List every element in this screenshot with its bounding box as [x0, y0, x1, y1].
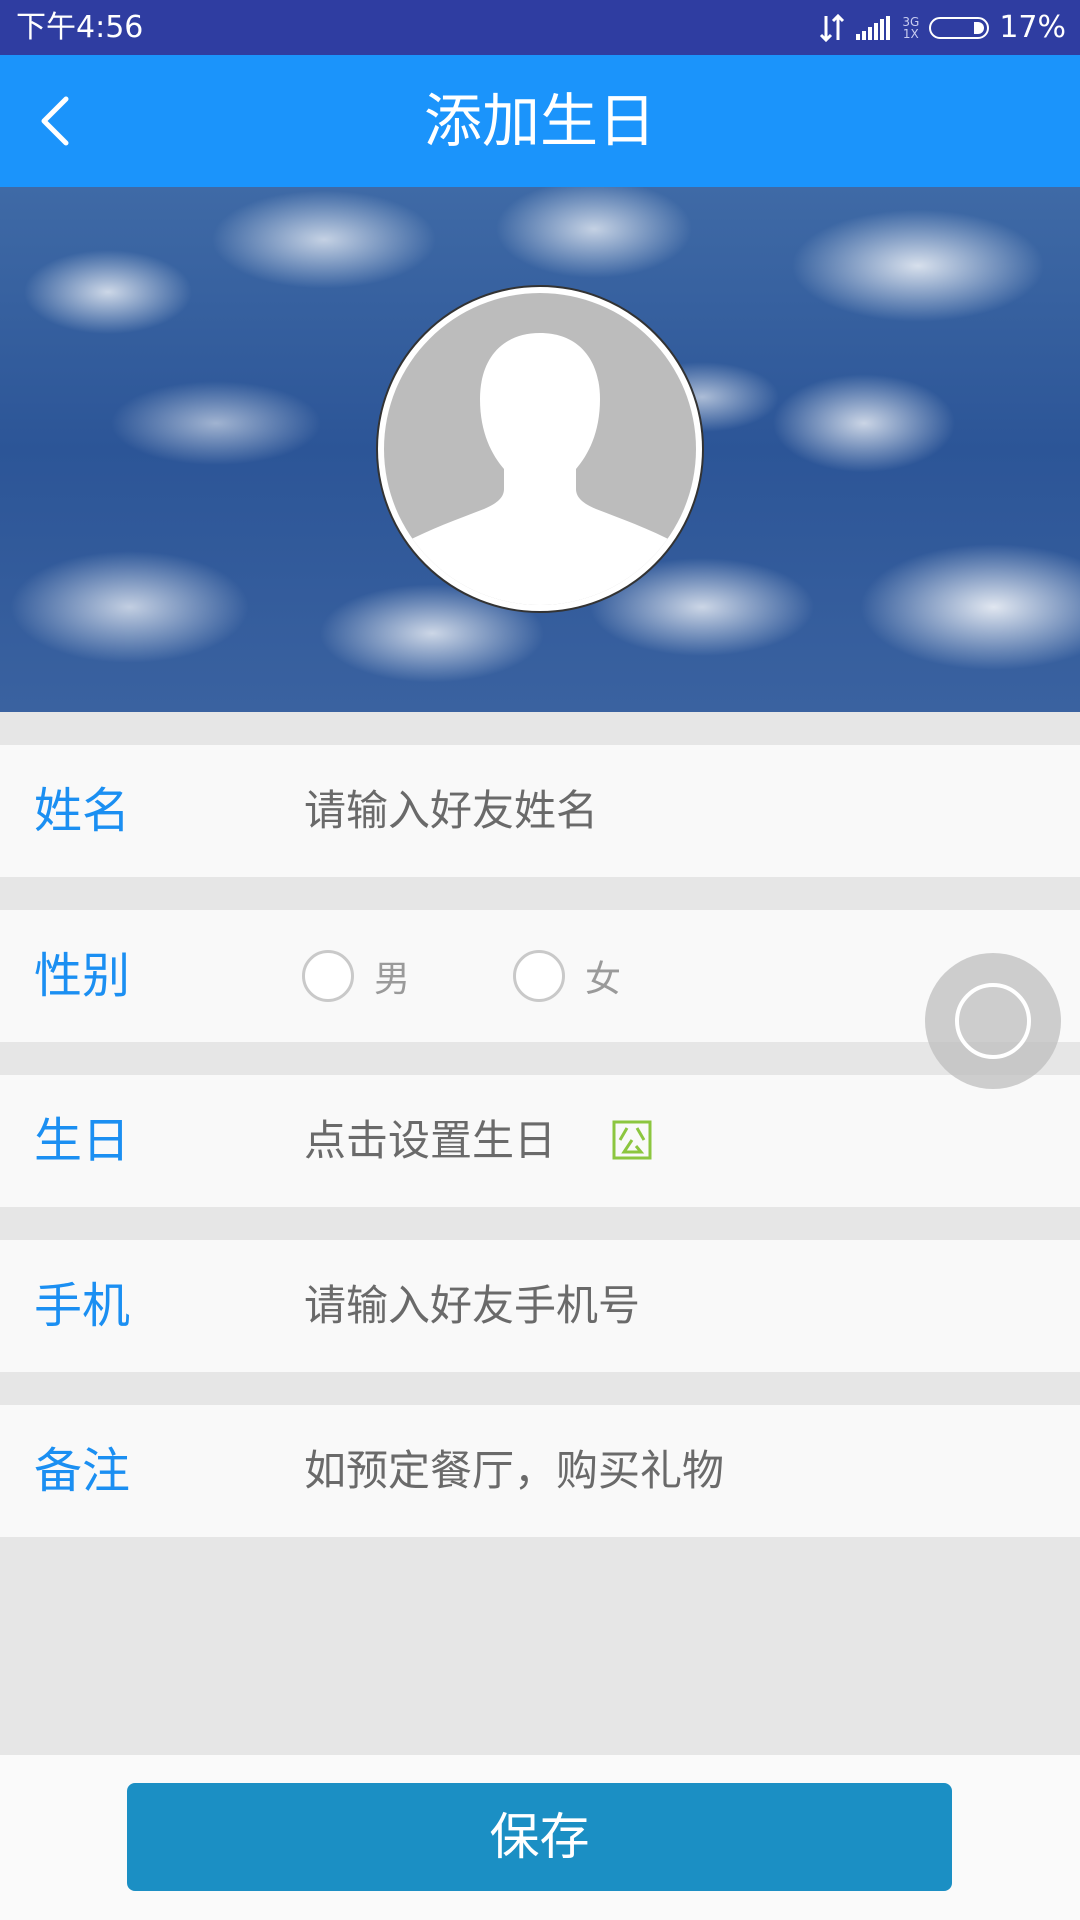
data-transfer-icon [820, 13, 845, 43]
status-time: 下午4:56 [16, 10, 144, 45]
name-label: 姓名 [34, 783, 131, 839]
gender-row: 性别 男 女 [0, 910, 1080, 1042]
header-background [0, 187, 1080, 712]
status-bar: 下午4:56 3G 1X 17% [0, 0, 1080, 55]
battery-icon [929, 17, 990, 39]
signal-icon [856, 16, 891, 40]
status-icons: 3G 1X 17% [808, 8, 1066, 48]
avatar[interactable] [376, 285, 704, 613]
note-row[interactable]: 备注 如预定餐厅，购买礼物 [0, 1405, 1080, 1537]
bottom-bar: 保存 [0, 1755, 1080, 1920]
birthday-picker[interactable]: 点击设置生日 [304, 1075, 556, 1207]
phone-label: 手机 [34, 1278, 131, 1334]
calendar-icon[interactable] [612, 1120, 652, 1160]
assistive-ring-icon [955, 983, 1031, 1059]
person-placeholder-icon [404, 333, 676, 605]
note-label: 备注 [34, 1443, 131, 1499]
gender-option-male[interactable]: 男 [302, 910, 410, 1042]
save-button[interactable]: 保存 [127, 1783, 952, 1891]
network-type: 3G 1X [902, 16, 919, 40]
gender-label: 性别 [34, 948, 131, 1004]
gender-option-female-label: 女 [585, 959, 622, 1000]
network-type-bottom: 1X [902, 27, 919, 41]
chevron-left-icon [41, 96, 69, 146]
back-button[interactable] [22, 89, 86, 153]
avatar-image [384, 293, 696, 605]
battery-percent: 17% [999, 10, 1066, 45]
phone-input[interactable]: 请输入好友手机号 [304, 1240, 640, 1372]
gender-option-male-label: 男 [374, 959, 411, 1000]
radio-male[interactable] [302, 950, 354, 1002]
note-input[interactable]: 如预定餐厅，购买礼物 [304, 1405, 724, 1537]
phone-row[interactable]: 手机 请输入好友手机号 [0, 1240, 1080, 1372]
floating-assistive-button[interactable] [925, 953, 1061, 1089]
name-row[interactable]: 姓名 请输入好友姓名 [0, 745, 1080, 877]
gender-option-female[interactable]: 女 [513, 910, 621, 1042]
app-bar: 添加生日 [0, 55, 1080, 187]
page-title: 添加生日 [423, 87, 656, 155]
name-input[interactable]: 请输入好友姓名 [304, 745, 598, 877]
birthday-row[interactable]: 生日 点击设置生日 [0, 1075, 1080, 1207]
radio-female[interactable] [513, 950, 565, 1002]
birthday-label: 生日 [34, 1113, 131, 1169]
battery-level [974, 22, 985, 34]
